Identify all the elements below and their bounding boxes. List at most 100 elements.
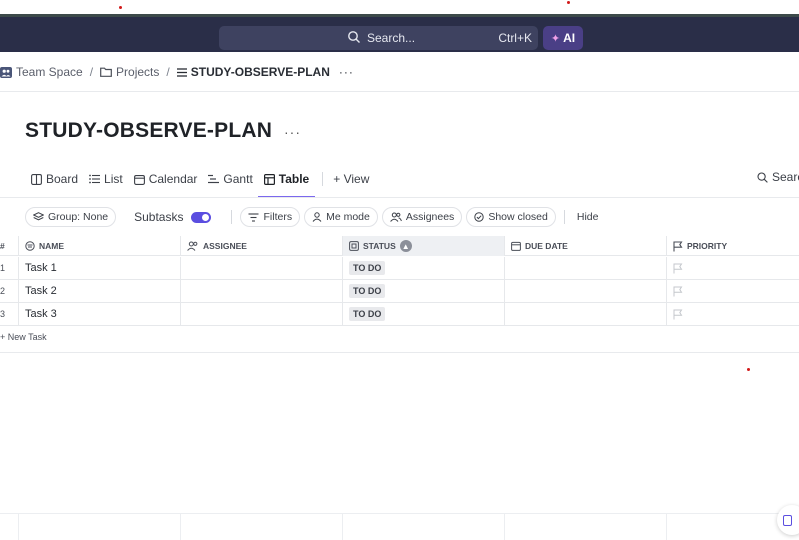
breadcrumb-team-space[interactable]: Team Space — [0, 65, 83, 79]
tab-label: Calendar — [148, 172, 198, 186]
divider — [0, 91, 799, 92]
add-view-button[interactable]: + View — [333, 168, 369, 190]
search-label: Searc — [772, 170, 799, 184]
tab-board[interactable]: Board — [31, 168, 78, 190]
document-icon — [783, 514, 792, 526]
floating-docs-button[interactable] — [777, 505, 799, 535]
column-header-priority[interactable]: PRIORITY — [666, 236, 799, 256]
column-header-due-date[interactable]: DUE DATE — [504, 236, 666, 256]
priority-cell[interactable] — [666, 303, 799, 325]
assignee-cell[interactable] — [180, 257, 342, 279]
task-name-cell[interactable]: Task 1 — [18, 257, 180, 279]
status-cell[interactable]: TO DO — [342, 257, 504, 279]
group-by-label: Group: None — [48, 211, 109, 223]
me-mode-label: Me mode — [326, 211, 370, 223]
subtasks-control[interactable]: Subtasks — [134, 210, 212, 224]
priority-cell[interactable] — [666, 280, 799, 302]
assignee-cell[interactable] — [180, 303, 342, 325]
row-number-header-label: # — [0, 241, 5, 251]
sparkle-icon: ✦ — [550, 32, 561, 45]
hide-button[interactable]: Hide — [577, 211, 599, 223]
column-header-label: STATUS — [363, 241, 396, 251]
list-icon — [89, 174, 101, 184]
status-badge: TO DO — [349, 284, 386, 298]
flag-icon — [673, 263, 683, 273]
status-cell[interactable]: TO DO — [342, 280, 504, 302]
table-toolbar: Group: None Subtasks Filters Me mode Ass… — [25, 207, 598, 227]
column-divider — [180, 513, 181, 540]
breadcrumb-more-button[interactable]: ··· — [339, 65, 354, 79]
tab-list[interactable]: List — [89, 168, 123, 190]
tab-gantt[interactable]: Gantt — [208, 168, 253, 190]
task-name-cell[interactable]: Task 2 — [18, 280, 180, 302]
subtasks-label: Subtasks — [134, 210, 184, 224]
people-icon — [390, 212, 402, 222]
breadcrumb-label: STUDY-OBSERVE-PLAN — [190, 65, 330, 79]
marker-dot — [747, 368, 750, 371]
sort-up-icon[interactable]: ▲ — [399, 240, 412, 252]
view-search-button[interactable]: Searc — [757, 170, 799, 184]
breadcrumb-label: Projects — [116, 65, 160, 79]
group-by-button[interactable]: Group: None — [25, 207, 117, 227]
title-more-button[interactable]: ··· — [284, 124, 301, 140]
people-icon — [187, 241, 198, 251]
column-divider — [342, 513, 343, 540]
column-header-label: ASSIGNEE — [203, 241, 247, 251]
top-strip — [0, 0, 799, 14]
assignees-label: Assignees — [405, 211, 455, 223]
new-task-button[interactable]: + New Task — [0, 332, 47, 342]
row-number-header: # — [0, 236, 18, 256]
ai-button[interactable]: ✦ AI — [543, 26, 583, 50]
column-header-label: DUE DATE — [525, 241, 568, 251]
view-tabs: Board List Calendar Gantt Table + View — [31, 168, 380, 198]
person-icon — [312, 212, 322, 222]
toolbar-divider — [231, 210, 233, 224]
table-row[interactable]: 3 Task 3 TO DO — [0, 303, 799, 326]
row-number: 1 — [0, 263, 6, 273]
page-title[interactable]: STUDY-OBSERVE-PLAN — [25, 119, 272, 143]
due-date-cell[interactable] — [504, 280, 666, 302]
global-search-box[interactable]: Search... Ctrl+K — [219, 26, 538, 50]
task-name: Task 2 — [25, 285, 57, 297]
row-number: 2 — [0, 286, 6, 296]
filter-icon — [248, 212, 259, 222]
me-mode-button[interactable]: Me mode — [304, 207, 378, 227]
table-header: # NAME ASSIGNEE STATUS ▲ DUE DATE PRIORI… — [0, 236, 799, 256]
assignee-cell[interactable] — [180, 280, 342, 302]
filters-button[interactable]: Filters — [240, 207, 301, 227]
layers-icon — [33, 212, 44, 221]
column-header-label: NAME — [39, 241, 65, 251]
status-cell[interactable]: TO DO — [342, 303, 504, 325]
add-view-label: + View — [333, 172, 370, 186]
tab-calendar[interactable]: Calendar — [133, 168, 198, 190]
search-placeholder: Search... — [367, 31, 416, 45]
column-header-name[interactable]: NAME — [18, 236, 180, 256]
status-icon — [349, 241, 359, 251]
breadcrumb: Team Space / Projects / STUDY-OBSERVE-PL… — [0, 62, 354, 82]
gantt-icon — [208, 174, 220, 184]
marker-dot — [567, 1, 570, 4]
search-icon — [348, 31, 360, 43]
show-closed-button[interactable]: Show closed — [466, 207, 556, 227]
name-column-icon — [25, 241, 35, 251]
assignees-button[interactable]: Assignees — [381, 207, 463, 227]
task-name-cell[interactable]: Task 3 — [18, 303, 180, 325]
column-header-status[interactable]: STATUS ▲ — [342, 236, 504, 256]
tab-table[interactable]: Table — [257, 168, 316, 198]
column-header-assignee[interactable]: ASSIGNEE — [180, 236, 342, 256]
due-date-cell[interactable] — [504, 303, 666, 325]
marker-dot — [119, 6, 122, 9]
column-header-label: PRIORITY — [687, 241, 728, 251]
priority-cell[interactable] — [666, 257, 799, 279]
global-topbar: Search... Ctrl+K ✦ AI — [0, 14, 799, 52]
tab-divider — [322, 172, 324, 186]
table-row[interactable]: 2 Task 2 TO DO — [0, 280, 799, 303]
table-row[interactable]: 1 Task 1 TO DO — [0, 257, 799, 280]
subtasks-toggle[interactable] — [191, 211, 212, 223]
tab-label: Board — [46, 172, 79, 186]
breadcrumb-current-list[interactable]: STUDY-OBSERVE-PLAN — [176, 65, 330, 79]
task-name: Task 1 — [25, 262, 57, 274]
due-date-cell[interactable] — [504, 257, 666, 279]
list-icon — [176, 67, 187, 77]
breadcrumb-projects[interactable]: Projects — [100, 65, 159, 79]
